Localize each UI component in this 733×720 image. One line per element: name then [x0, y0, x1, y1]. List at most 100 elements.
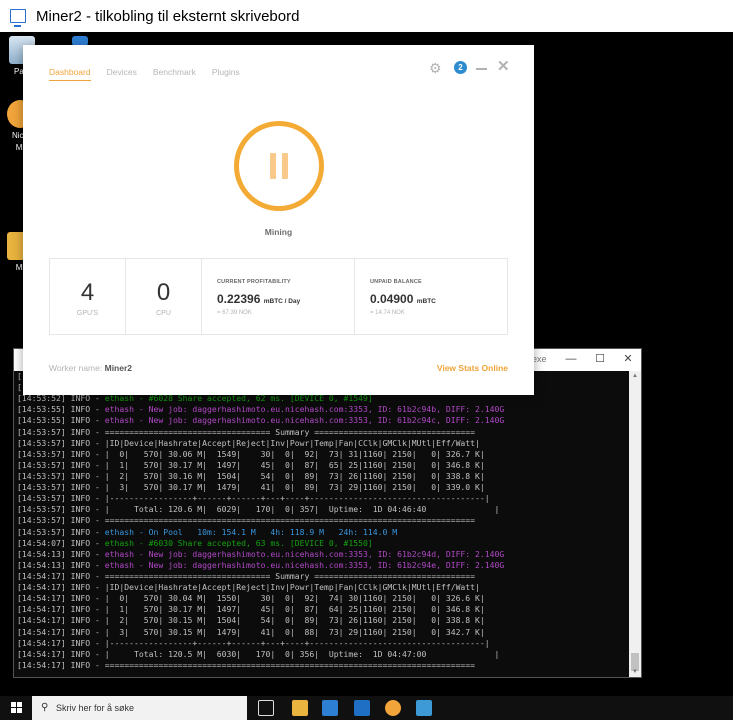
tab-devices[interactable]: Devices: [107, 67, 137, 81]
nicehash-taskbar-icon[interactable]: [385, 700, 401, 716]
log-prefix: [14:53:57] INFO -: [17, 470, 105, 481]
miner-app-window[interactable]: Dashboard Devices Benchmark Plugins ⚙ 2 …: [23, 45, 534, 395]
log-message: |-----------------+------+------+---+---…: [104, 493, 490, 504]
log-message: | 2| 570| 30.15 M| 1504| 54| 0| 89| 73| …: [104, 615, 485, 626]
mining-status: Mining: [264, 227, 293, 237]
start-stop-mining-button[interactable]: [234, 121, 324, 211]
log-prefix: [14:53:57] INFO -: [17, 493, 105, 504]
log-prefix: [14:53:57] INFO -: [17, 437, 105, 448]
minimize-icon[interactable]: —: [565, 352, 577, 366]
log-message: |-----------------+------+------+---+---…: [104, 637, 490, 648]
store-icon[interactable]: [322, 700, 338, 716]
gpu-count: 4: [80, 279, 95, 306]
console-output: [[[14:53:52] INFO - ethash - #6028 Share…: [17, 371, 629, 671]
console-line: [14:53:57] INFO - | 0| 570| 30.06 M| 154…: [17, 449, 629, 460]
log-prefix: [14:54:17] INFO -: [17, 604, 105, 615]
console-line: [14:53:57] INFO - ======================…: [17, 515, 629, 526]
unpaid-balance-card: UNPAID BALANCE 0.04900 mBTC = 14.74 NOK: [355, 259, 507, 334]
log-message: |ID|Device|Hashrate|Accept|Reject|Inv|Po…: [104, 582, 480, 593]
file-explorer-icon[interactable]: [292, 700, 308, 716]
log-message: |ID|Device|Hashrate|Accept|Reject|Inv|Po…: [104, 437, 480, 448]
taskbar: ⚲ Skriv her for å søke: [0, 696, 733, 720]
log-message: ethash - #6030 Share accepted, 63 ms. [D…: [104, 537, 373, 548]
notification-badge[interactable]: 2: [454, 61, 467, 74]
main-nav: Dashboard Devices Benchmark Plugins: [49, 67, 240, 81]
cpu-count-card: 0 CPU: [126, 259, 202, 334]
rdp-title-bar[interactable]: Miner2 - tilkobling til eksternt skriveb…: [0, 0, 733, 32]
log-prefix: [14:54:17] INFO -: [17, 582, 105, 593]
profitability-fiat: = 67.39 NOK: [217, 310, 252, 316]
view-stats-online-link[interactable]: View Stats Online: [437, 363, 508, 373]
close-icon[interactable]: ✕: [497, 59, 510, 74]
console-line: [14:54:07] INFO - ethash - #6030 Share a…: [17, 538, 629, 549]
close-icon[interactable]: ✕: [622, 352, 634, 366]
log-message: | 0| 570| 30.06 M| 1549| 30| 0| 92| 73| …: [104, 448, 485, 459]
taskbar-search-box[interactable]: ⚲ Skriv her for å søke: [32, 696, 247, 720]
log-prefix: [14:54:17] INFO -: [17, 593, 105, 604]
windows-start-icon[interactable]: [11, 702, 23, 714]
console-line: [14:54:17] INFO - |-----------------+---…: [17, 638, 629, 649]
settings-gear-icon[interactable]: ⚙: [429, 61, 443, 75]
log-prefix: [14:54:07] INFO -: [17, 537, 105, 548]
log-prefix: [14:53:57] INFO -: [17, 482, 105, 493]
minimize-icon[interactable]: [476, 68, 487, 70]
console-window[interactable]: exe — ☐ ✕ [[[14:53:52] INFO - ethash - #…: [13, 348, 642, 678]
maximize-icon[interactable]: ☐: [594, 352, 606, 366]
log-message: ethash - New job: daggerhashimoto.eu.nic…: [104, 559, 505, 570]
profitability-card: CURRENT PROFITABILITY 0.22396 mBTC / Day…: [202, 259, 355, 334]
scroll-down-icon[interactable]: ▼: [629, 667, 641, 677]
console-line: [14:54:17] INFO - | Total: 120.5 M| 6030…: [17, 649, 629, 660]
log-message: | 1| 570| 30.17 M| 1497| 45| 0| 87| 64| …: [104, 604, 485, 615]
console-line: [14:54:17] INFO - | 3| 570| 30.15 M| 147…: [17, 627, 629, 638]
log-message: ========================================…: [104, 659, 476, 670]
log-message: | 0| 570| 30.04 M| 1550| 30| 0| 92| 74| …: [104, 593, 485, 604]
log-prefix: [14:54:17] INFO -: [17, 570, 105, 581]
log-prefix: [14:53:57] INFO -: [17, 426, 105, 437]
console-line: [14:53:57] INFO - ethash - On Pool 10m: …: [17, 527, 629, 538]
console-line: [14:54:13] INFO - ethash - New job: dagg…: [17, 560, 629, 571]
profitability-heading: CURRENT PROFITABILITY: [217, 279, 291, 285]
gpu-count-card: 4 GPU'S: [50, 259, 126, 334]
remote-desktop-icon: [10, 9, 26, 27]
scroll-up-icon[interactable]: ▲: [629, 371, 641, 381]
mail-icon[interactable]: [354, 700, 370, 716]
task-view-icon[interactable]: [258, 700, 274, 716]
log-prefix: [14:54:17] INFO -: [17, 615, 105, 626]
log-prefix: [: [17, 382, 22, 393]
log-prefix: [14:54:13] INFO -: [17, 548, 105, 559]
console-scrollbar[interactable]: ▲ ▼: [629, 371, 641, 677]
console-line: [14:53:57] INFO - |ID|Device|Hashrate|Ac…: [17, 438, 629, 449]
console-line: [14:54:17] INFO - ======================…: [17, 660, 629, 671]
log-message: ================================== Summa…: [104, 426, 476, 437]
console-line: [14:53:57] INFO - |-----------------+---…: [17, 493, 629, 504]
log-prefix: [14:54:17] INFO -: [17, 659, 105, 670]
cpu-label: CPU: [156, 310, 171, 317]
log-message: ethash - New job: daggerhashimoto.eu.nic…: [104, 415, 505, 426]
log-prefix: [14:54:17] INFO -: [17, 637, 105, 648]
log-prefix: [14:53:57] INFO -: [17, 515, 105, 526]
log-message: ========================================…: [104, 515, 476, 526]
console-line: [14:54:13] INFO - ethash - New job: dagg…: [17, 549, 629, 560]
search-placeholder: Skriv her for å søke: [56, 703, 135, 713]
log-prefix: [14:54:13] INFO -: [17, 559, 105, 570]
stats-panel: 4 GPU'S 0 CPU CURRENT PROFITABILITY 0.22…: [49, 258, 508, 335]
log-prefix: [14:53:55] INFO -: [17, 404, 105, 415]
balance-heading: UNPAID BALANCE: [370, 279, 422, 285]
log-message: | 3| 570| 30.15 M| 1479| 41| 0| 88| 73| …: [104, 626, 485, 637]
log-prefix: [14:53:57] INFO -: [17, 504, 105, 515]
log-prefix: [14:53:57] INFO -: [17, 448, 105, 459]
log-prefix: [14:53:57] INFO -: [17, 459, 105, 470]
console-line: [14:53:57] INFO - | 3| 570| 30.17 M| 147…: [17, 482, 629, 493]
tab-plugins[interactable]: Plugins: [212, 67, 240, 81]
tab-dashboard[interactable]: Dashboard: [49, 67, 91, 81]
log-prefix: [14:53:57] INFO -: [17, 526, 105, 537]
remote-desktop-taskbar-icon[interactable]: [416, 700, 432, 716]
tab-benchmark[interactable]: Benchmark: [153, 67, 196, 81]
cpu-count: 0: [156, 279, 171, 306]
console-line: [14:54:17] INFO - | 0| 570| 30.04 M| 155…: [17, 593, 629, 604]
console-line: [14:54:17] INFO - | 1| 570| 30.17 M| 149…: [17, 604, 629, 615]
console-line: [14:53:57] INFO - | 2| 570| 30.16 M| 150…: [17, 471, 629, 482]
log-message: | 2| 570| 30.16 M| 1504| 54| 0| 89| 73| …: [104, 470, 485, 481]
log-message: | 1| 570| 30.17 M| 1497| 45| 0| 87| 65| …: [104, 459, 485, 470]
console-line: [14:54:17] INFO - | 2| 570| 30.15 M| 150…: [17, 615, 629, 626]
